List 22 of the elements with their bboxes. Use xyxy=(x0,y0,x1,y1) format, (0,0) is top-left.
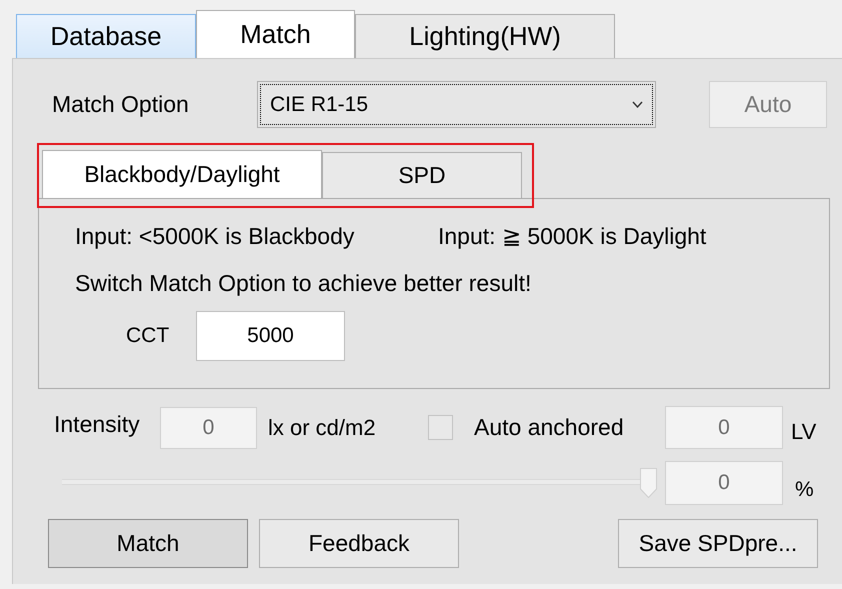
tab[interactable]: Database xyxy=(16,14,196,58)
sub-tab[interactable]: Blackbody/Daylight xyxy=(42,150,322,198)
action-button[interactable]: Save SPDpre... xyxy=(618,519,818,568)
cct-label: CCT xyxy=(126,324,170,348)
info-text: Input: <5000K is Blackbody xyxy=(75,223,356,250)
sub-tab[interactable]: SPD xyxy=(322,152,522,198)
info-text: Input: ≧ 5000K is Daylight xyxy=(438,223,706,250)
chevron-down-icon xyxy=(632,101,643,108)
field-label: Match Option xyxy=(52,91,190,118)
unit-label: lx or cd/m2 xyxy=(268,414,377,440)
tab[interactable]: Match xyxy=(196,10,355,58)
unit-label: % xyxy=(795,478,814,502)
checkbox-label: Auto anchored xyxy=(474,414,625,441)
action-button[interactable]: Feedback xyxy=(259,519,459,568)
match-option-dropdown[interactable]: CIE R1-15 xyxy=(257,81,656,128)
hint-text: Switch Match Option to achieve better result! xyxy=(75,270,532,297)
dropdown-value: CIE R1-15 xyxy=(270,92,368,116)
unit-label: LV xyxy=(791,418,816,444)
intensity-label: Intensity xyxy=(54,411,141,438)
action-button[interactable]: Match xyxy=(48,519,248,568)
cct-input[interactable]: 5000 xyxy=(196,311,345,361)
tab[interactable]: Lighting(HW) xyxy=(355,14,615,58)
